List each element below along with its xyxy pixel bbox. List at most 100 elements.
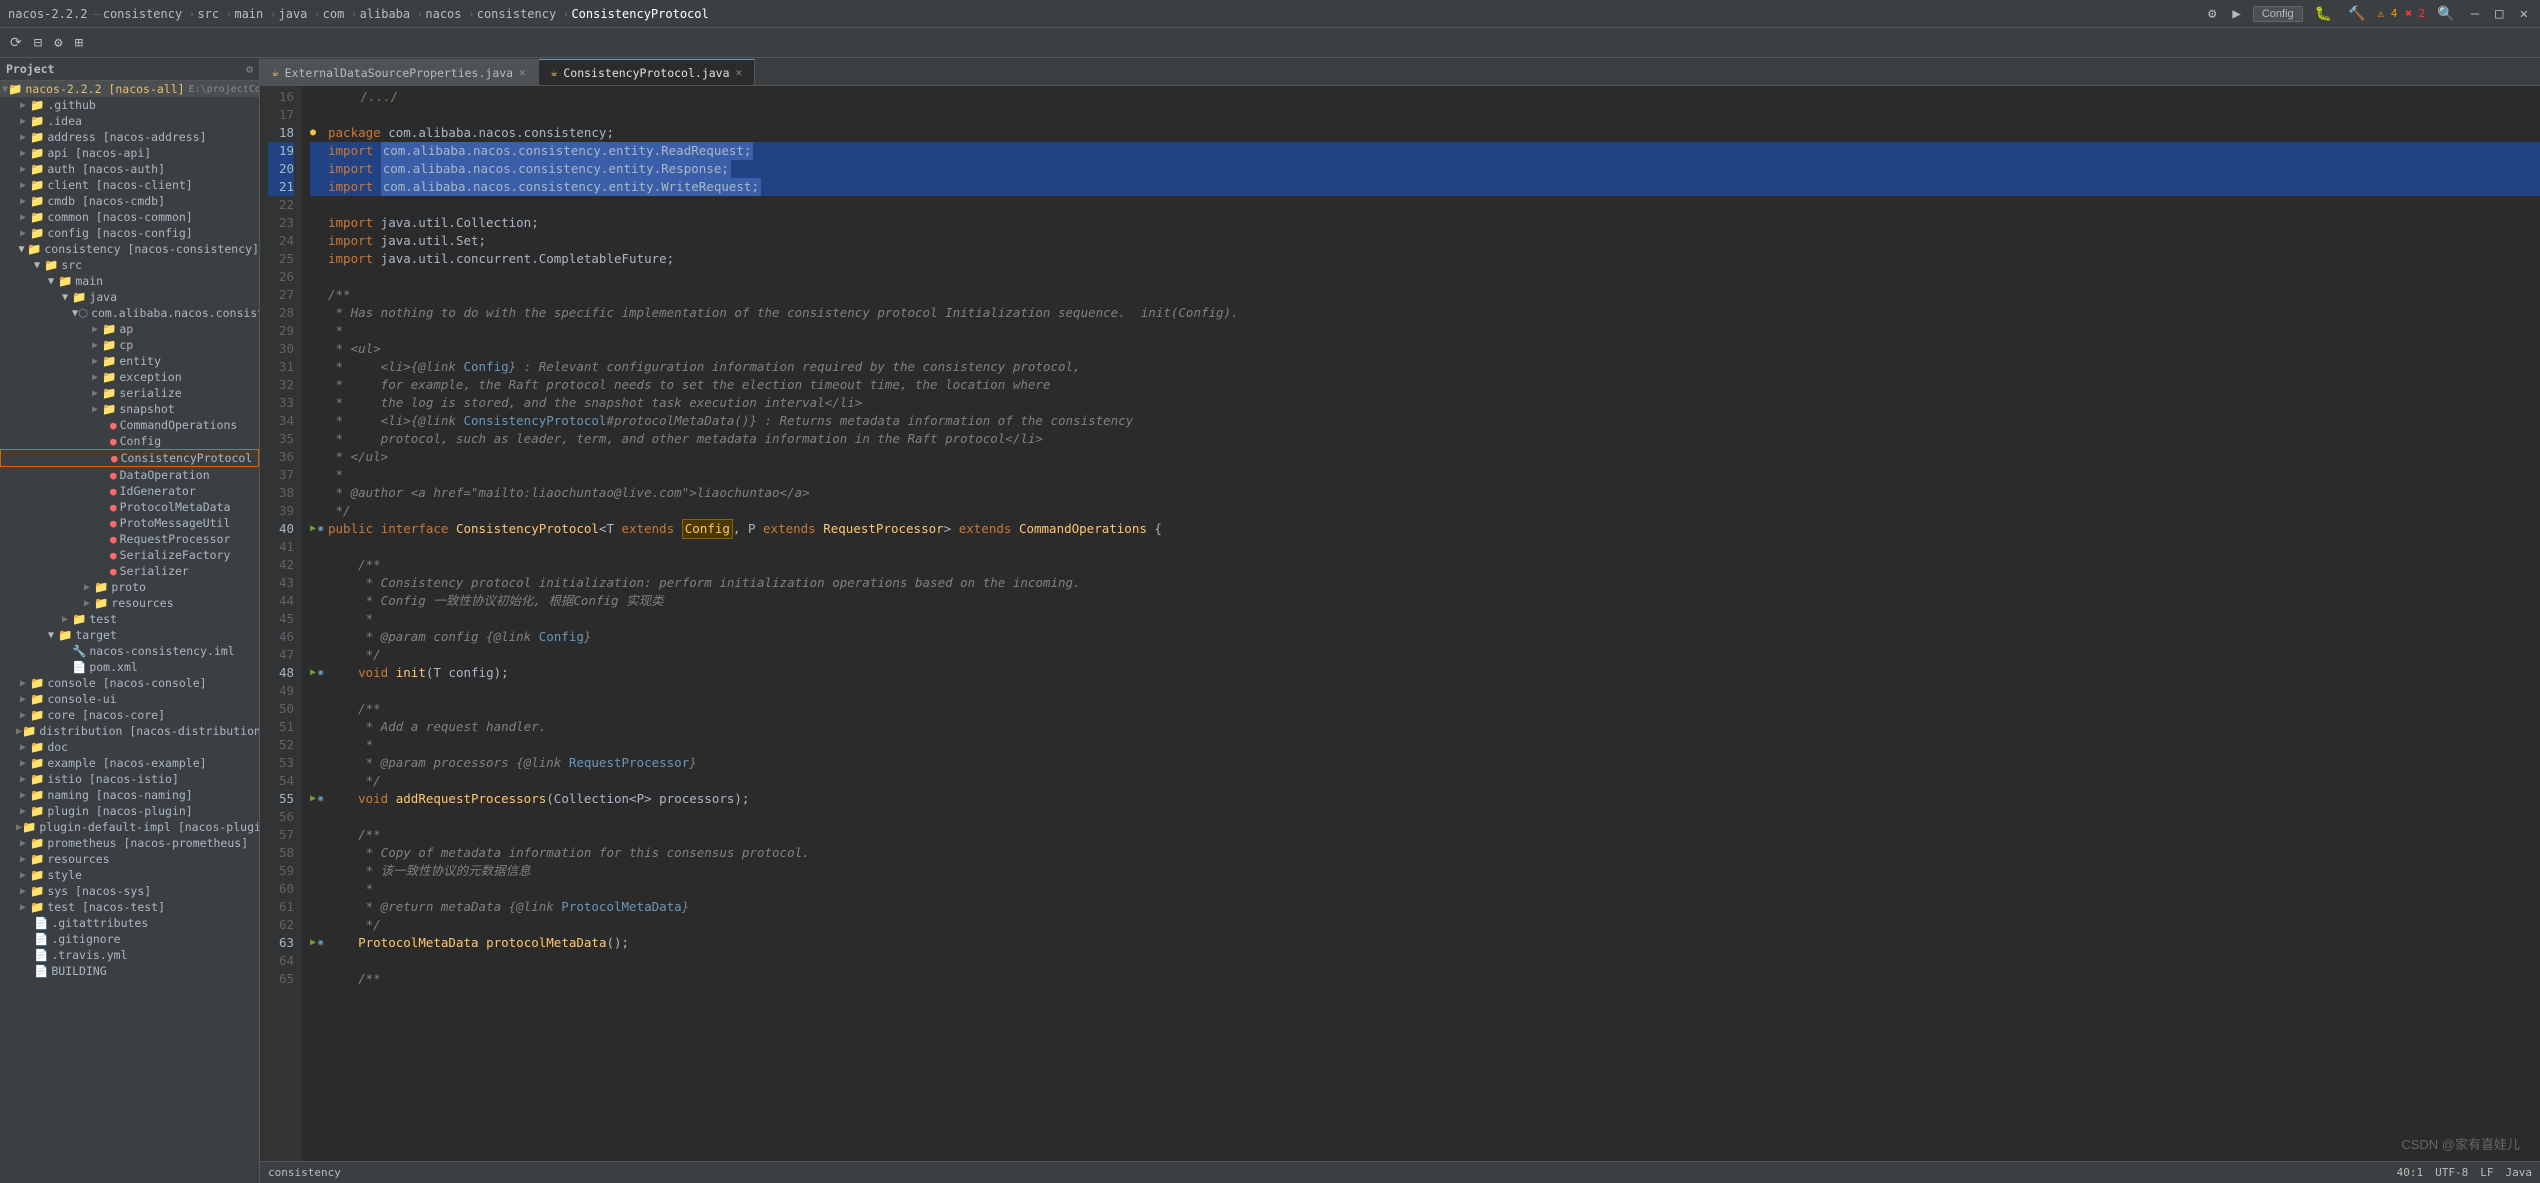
sidebar-item-package[interactable]: ▼ ⬡ com.alibaba.nacos.consistency: [0, 305, 259, 321]
search-icon[interactable]: 🔍: [2433, 6, 2458, 22]
tab-ConsistencyProtocol[interactable]: ☕ ConsistencyProtocol.java ✕: [539, 59, 755, 85]
code-line-34: * <li>{@link ConsistencyProtocol#protoco…: [310, 412, 2540, 430]
root-path: E:\projectCore\nacos-2.2.2: [189, 84, 260, 95]
sidebar-item-cmdb[interactable]: ▶ 📁 cmdb [nacos-cmdb]: [0, 193, 259, 209]
collapse-all-icon[interactable]: ⊟: [30, 33, 46, 53]
tree-root[interactable]: ▼ 📁 nacos-2.2.2 [nacos-all] E:\projectCo…: [0, 81, 259, 97]
settings-icon[interactable]: ⚙: [2204, 6, 2220, 22]
java-arrow: ▼: [58, 292, 72, 303]
tab-external-close[interactable]: ✕: [519, 66, 526, 79]
sidebar-item-naming[interactable]: ▶ 📁 naming [nacos-naming]: [0, 787, 259, 803]
sidebar-item-idea[interactable]: ▶ 📁 .idea: [0, 113, 259, 129]
layout-icon[interactable]: ⊞: [71, 33, 87, 53]
gitignore-icon: 📄: [34, 932, 48, 946]
run-icon-line63[interactable]: ▶ ◉: [310, 934, 328, 952]
code-line-30: * <ul>: [310, 340, 2540, 358]
sidebar-item-sys[interactable]: ▶ 📁 sys [nacos-sys]: [0, 883, 259, 899]
sidebar-item-BUILDING[interactable]: ▶ 📄 BUILDING: [0, 963, 259, 979]
sidebar-item-example[interactable]: ▶ 📁 example [nacos-example]: [0, 755, 259, 771]
code-line-60: *: [310, 880, 2540, 898]
code-editor[interactable]: 16 17 18 19 20 21 22 23 24 25 26 27 28 2…: [260, 86, 2540, 1161]
sidebar-item-doc[interactable]: ▶ 📁 doc: [0, 739, 259, 755]
sidebar-item-iml[interactable]: ▶ 🔧 nacos-consistency.iml: [0, 643, 259, 659]
sidebar-item-test2[interactable]: ▶ 📁 test [nacos-test]: [0, 899, 259, 915]
sidebar-item-gitattributes[interactable]: ▶ 📄 .gitattributes: [0, 915, 259, 931]
run-icon-line55[interactable]: ▶ ◉: [310, 790, 328, 808]
Serializer-java-icon: ●: [110, 565, 117, 578]
sidebar-item-java[interactable]: ▼ 📁 java: [0, 289, 259, 305]
sidebar-item-Config[interactable]: ▶ ● Config: [0, 433, 259, 449]
sidebar-item-console-ui[interactable]: ▶ 📁 console-ui: [0, 691, 259, 707]
sidebar-item-IdGenerator[interactable]: ▶ ● IdGenerator: [0, 483, 259, 499]
sidebar-item-core[interactable]: ▶ 📁 core [nacos-core]: [0, 707, 259, 723]
sidebar-item-travis[interactable]: ▶ 📄 .travis.yml: [0, 947, 259, 963]
sidebar-item-resources2[interactable]: ▶ 📁 resources: [0, 851, 259, 867]
ln-48: 48: [268, 664, 294, 682]
sidebar-item-resources[interactable]: ▶ 📁 resources: [0, 595, 259, 611]
sidebar-item-istio[interactable]: ▶ 📁 istio [nacos-istio]: [0, 771, 259, 787]
sidebar-item-config[interactable]: ▶ 📁 config [nacos-config]: [0, 225, 259, 241]
sidebar-item-common[interactable]: ▶ 📁 common [nacos-common]: [0, 209, 259, 225]
sidebar-item-test[interactable]: ▶ 📁 test: [0, 611, 259, 627]
sidebar-item-ProtoMessageUtil[interactable]: ▶ ● ProtoMessageUtil: [0, 515, 259, 531]
build-icon[interactable]: 🔨: [2344, 6, 2369, 22]
run-config-button[interactable]: Config: [2253, 6, 2303, 22]
sidebar-item-gitignore[interactable]: ▶ 📄 .gitignore: [0, 931, 259, 947]
common-arrow: ▶: [16, 212, 30, 223]
toolbar: ⟳ ⊟ ⚙ ⊞: [0, 28, 2540, 58]
sidebar-item-client[interactable]: ▶ 📁 client [nacos-client]: [0, 177, 259, 193]
code-line-18: ● package com.alibaba.nacos.consistency;: [310, 124, 2540, 142]
sidebar-item-proto[interactable]: ▶ 📁 proto: [0, 579, 259, 595]
test-folder-icon: 📁: [72, 612, 86, 626]
sync-icon[interactable]: ⟳: [6, 33, 26, 53]
code-content[interactable]: /.../ ● package com.alibaba.nacos.consis…: [302, 86, 2540, 1161]
run-icon-line48[interactable]: ▶ ◉: [310, 664, 328, 682]
sidebar-item-SerializeFactory[interactable]: ▶ ● SerializeFactory: [0, 547, 259, 563]
sidebar-item-ProtocolMetaData[interactable]: ▶ ● ProtocolMetaData: [0, 499, 259, 515]
code-line-65: /**: [310, 970, 2540, 988]
sidebar-item-CommandOperations[interactable]: ▶ ● CommandOperations: [0, 417, 259, 433]
config-module-icon: 📁: [30, 226, 44, 240]
code-line-57: /**: [310, 826, 2540, 844]
sidebar-item-RequestProcessor[interactable]: ▶ ● RequestProcessor: [0, 531, 259, 547]
sidebar-item-DataOperation[interactable]: ▶ ● DataOperation: [0, 467, 259, 483]
run-icon-line40[interactable]: ▶ ◉: [310, 520, 328, 538]
run-icon[interactable]: ▶: [2228, 6, 2244, 22]
sidebar-item-serialize[interactable]: ▶ 📁 serialize: [0, 385, 259, 401]
import-highlight-Response: com.alibaba.nacos.consistency.entity.Res…: [381, 160, 731, 178]
sidebar-item-snapshot[interactable]: ▶ 📁 snapshot: [0, 401, 259, 417]
sidebar-item-exception[interactable]: ▶ 📁 exception: [0, 369, 259, 385]
sidebar-item-auth[interactable]: ▶ 📁 auth [nacos-auth]: [0, 161, 259, 177]
sidebar-item-ap[interactable]: ▶ 📁 ap: [0, 321, 259, 337]
debug-icon[interactable]: 🐛: [2311, 6, 2336, 22]
sidebar-item-target[interactable]: ▼ 📁 target: [0, 627, 259, 643]
test2-icon: 📁: [30, 900, 44, 914]
sidebar-item-pom[interactable]: ▶ 📄 pom.xml: [0, 659, 259, 675]
proto-folder-icon: 📁: [94, 580, 108, 594]
sidebar-item-plugin-default[interactable]: ▶ 📁 plugin-default-impl [nacos-plugin-de…: [0, 819, 259, 835]
gear-icon[interactable]: ⚙: [50, 33, 66, 53]
sidebar-item-api[interactable]: ▶ 📁 api [nacos-api]: [0, 145, 259, 161]
sidebar-item-Serializer[interactable]: ▶ ● Serializer: [0, 563, 259, 579]
sidebar-item-address[interactable]: ▶ 📁 address [nacos-address]: [0, 129, 259, 145]
sidebar-item-plugin[interactable]: ▶ 📁 plugin [nacos-plugin]: [0, 803, 259, 819]
sidebar-item-src[interactable]: ▼ 📁 src: [0, 257, 259, 273]
code-line-23: import java.util.Collection;: [310, 214, 2540, 232]
close-icon[interactable]: ✕: [2516, 6, 2532, 22]
tab-ExternalDataSourceProperties[interactable]: ☕ ExternalDataSourceProperties.java ✕: [260, 59, 539, 85]
import-highlight-WriteRequest: com.alibaba.nacos.consistency.entity.Wri…: [381, 178, 761, 196]
sidebar-item-distribution[interactable]: ▶ 📁 distribution [nacos-distribution]: [0, 723, 259, 739]
maximize-icon[interactable]: □: [2491, 6, 2507, 22]
sidebar-item-ConsistencyProtocol[interactable]: ▶ ● ConsistencyProtocol: [0, 449, 259, 467]
sidebar-item-entity[interactable]: ▶ 📁 entity: [0, 353, 259, 369]
tab-consistency-close[interactable]: ✕: [736, 66, 743, 79]
sidebar-item-prometheus[interactable]: ▶ 📁 prometheus [nacos-prometheus]: [0, 835, 259, 851]
sidebar-item-github[interactable]: ▶ 📁 .github: [0, 97, 259, 113]
sidebar-gear-icon[interactable]: ⚙: [246, 62, 253, 76]
sidebar-item-main[interactable]: ▼ 📁 main: [0, 273, 259, 289]
sidebar-item-cp[interactable]: ▶ 📁 cp: [0, 337, 259, 353]
sidebar-item-consistency[interactable]: ▼ 📁 consistency [nacos-consistency]: [0, 241, 259, 257]
minimize-icon[interactable]: —: [2467, 6, 2483, 22]
sidebar-item-style[interactable]: ▶ 📁 style: [0, 867, 259, 883]
sidebar-item-console[interactable]: ▶ 📁 console [nacos-console]: [0, 675, 259, 691]
